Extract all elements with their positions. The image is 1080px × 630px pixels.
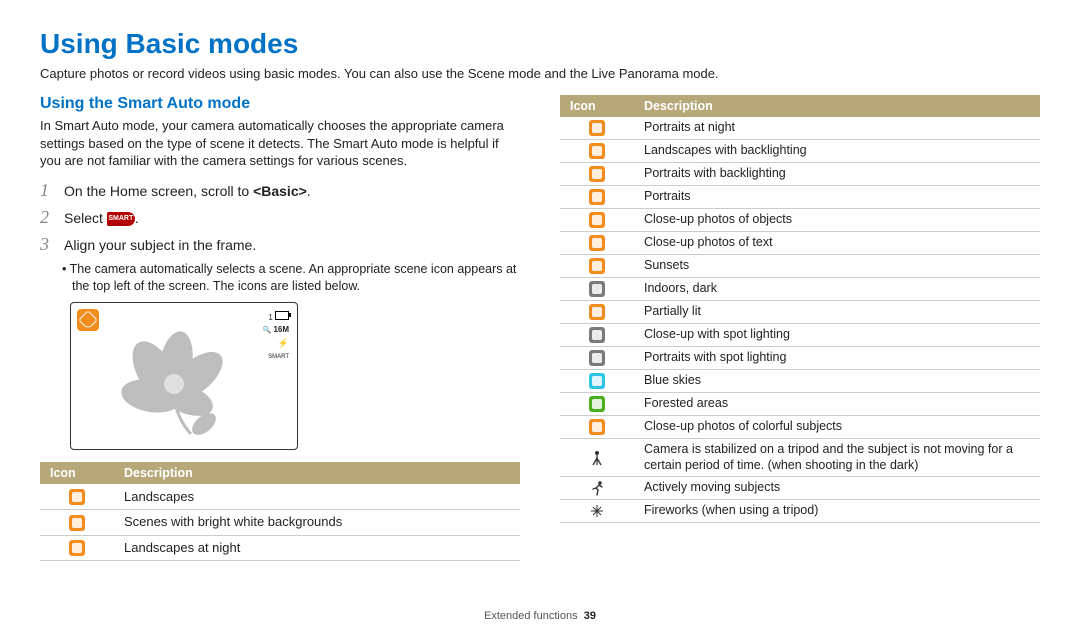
smart-mode-icon: SMART xyxy=(107,212,135,226)
table-row: Portraits xyxy=(560,186,1040,209)
th-description: Description xyxy=(634,95,1040,117)
blue-sky-icon xyxy=(589,373,605,389)
section-heading: Using the Smart Auto mode xyxy=(40,95,520,113)
landscape-icon xyxy=(69,489,85,505)
intro-text: In Smart Auto mode, your camera automati… xyxy=(40,117,520,170)
table-row: Close-up with spot lighting xyxy=(560,324,1040,347)
th-icon: Icon xyxy=(560,95,634,117)
camera-screen-illustration: 1 🔍 16M ⚡ SMART xyxy=(70,302,298,450)
table-row: Landscapes with backlighting xyxy=(560,140,1040,163)
th-description: Description xyxy=(114,462,520,484)
fireworks-icon xyxy=(589,503,605,519)
night-portrait-icon xyxy=(589,120,605,136)
table-row: Close-up photos of objects xyxy=(560,209,1040,232)
icon-description: Portraits with spot lighting xyxy=(634,347,1040,370)
icon-description: Portraits with backlighting xyxy=(634,163,1040,186)
icon-description: Landscapes xyxy=(114,484,520,509)
table-row: Indoors, dark xyxy=(560,278,1040,301)
icon-description: Landscapes with backlighting xyxy=(634,140,1040,163)
icon-description: Portraits xyxy=(634,186,1040,209)
table-row: Scenes with bright white backgrounds xyxy=(40,509,520,535)
icon-description: Close-up photos of colorful subjects xyxy=(634,416,1040,439)
icon-description: Close-up photos of text xyxy=(634,232,1040,255)
battery-icon xyxy=(275,311,289,320)
step-text: On the Home screen, scroll to <Basic>. xyxy=(64,183,311,199)
icon-description: Camera is stabilized on a tripod and the… xyxy=(634,439,1040,477)
backlight-landscape-icon xyxy=(589,143,605,159)
step-text: Align your subject in the frame. xyxy=(64,237,256,253)
icon-description: Indoors, dark xyxy=(634,278,1040,301)
camera-overlay: 1 🔍 16M ⚡ SMART xyxy=(263,311,289,362)
icon-description: Partially lit xyxy=(634,301,1040,324)
icon-description: Close-up photos of objects xyxy=(634,209,1040,232)
backlight-portrait-icon xyxy=(589,166,605,182)
macro-object-icon xyxy=(589,212,605,228)
icon-description: Actively moving subjects xyxy=(634,477,1040,500)
step-number: 3 xyxy=(40,234,54,255)
table-row: Portraits at night xyxy=(560,117,1040,140)
icon-description: Forested areas xyxy=(634,393,1040,416)
macro-color-icon xyxy=(589,419,605,435)
table-row: Close-up photos of colorful subjects xyxy=(560,416,1040,439)
step-row: 2 Select SMART. xyxy=(40,207,520,228)
table-row: Actively moving subjects xyxy=(560,477,1040,500)
portrait-spot-icon xyxy=(589,350,605,366)
flower-illustration xyxy=(96,328,246,438)
table-row: Partially lit xyxy=(560,301,1040,324)
icon-description: Landscapes at night xyxy=(114,535,520,561)
th-icon: Icon xyxy=(40,462,114,484)
indoor-dark-icon xyxy=(589,281,605,297)
page-subtitle: Capture photos or record videos using ba… xyxy=(40,66,1040,81)
icon-table-right: Icon Description Portraits at nightLands… xyxy=(560,95,1040,523)
icon-description: Sunsets xyxy=(634,255,1040,278)
icon-description: Scenes with bright white backgrounds xyxy=(114,509,520,535)
portrait-icon xyxy=(589,189,605,205)
table-row: Fireworks (when using a tripod) xyxy=(560,500,1040,523)
step-text: Select SMART. xyxy=(64,210,139,226)
action-icon xyxy=(589,480,605,496)
macro-text-icon xyxy=(589,235,605,251)
table-row: Portraits with spot lighting xyxy=(560,347,1040,370)
icon-description: Portraits at night xyxy=(634,117,1040,140)
table-row: Blue skies xyxy=(560,370,1040,393)
page-footer: Extended functions 39 xyxy=(0,610,1080,622)
tripod-icon xyxy=(589,450,605,466)
icon-description: Blue skies xyxy=(634,370,1040,393)
table-row: Landscapes at night xyxy=(40,535,520,561)
step-number: 1 xyxy=(40,180,54,201)
step-row: 1 On the Home screen, scroll to <Basic>. xyxy=(40,180,520,201)
table-row: Close-up photos of text xyxy=(560,232,1040,255)
table-row: Camera is stabilized on a tripod and the… xyxy=(560,439,1040,477)
forest-icon xyxy=(589,396,605,412)
table-row: Sunsets xyxy=(560,255,1040,278)
macro-spot-icon xyxy=(589,327,605,343)
night-landscape-icon xyxy=(69,540,85,556)
white-bg-icon xyxy=(69,515,85,531)
table-row: Landscapes xyxy=(40,484,520,509)
partial-light-icon xyxy=(589,304,605,320)
icon-table-left: Icon Description LandscapesScenes with b… xyxy=(40,462,520,561)
page-title: Using Basic modes xyxy=(40,28,1040,60)
step-row: 3 Align your subject in the frame. xyxy=(40,234,520,255)
table-row: Portraits with backlighting xyxy=(560,163,1040,186)
step3-sub-bullet: The camera automatically selects a scene… xyxy=(72,261,520,295)
icon-description: Fireworks (when using a tripod) xyxy=(634,500,1040,523)
icon-description: Close-up with spot lighting xyxy=(634,324,1040,347)
sunset-icon xyxy=(589,258,605,274)
table-row: Forested areas xyxy=(560,393,1040,416)
step-number: 2 xyxy=(40,207,54,228)
